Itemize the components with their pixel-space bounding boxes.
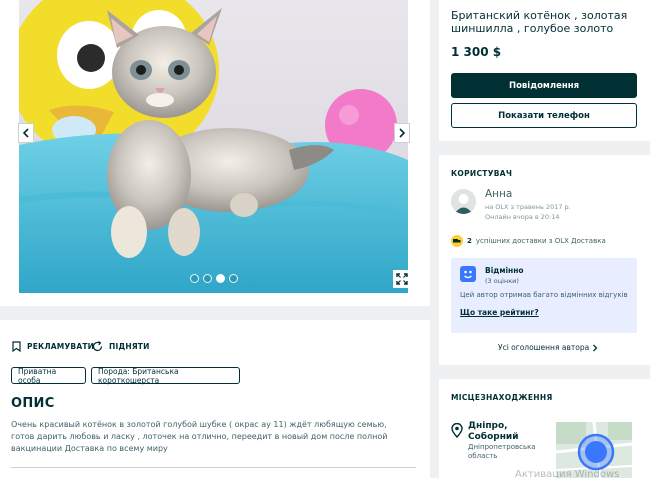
user-avatar-icon (451, 189, 476, 214)
gallery-dot[interactable] (216, 274, 225, 283)
listing-price: 1 300 $ (451, 45, 502, 59)
all-author-ads-link[interactable]: Усі оголошення автора (498, 343, 598, 352)
kitten-photo-image (19, 0, 408, 293)
bookmark-icon (12, 341, 21, 352)
divider (11, 467, 416, 468)
chevron-left-icon (22, 128, 29, 138)
listing-title: Британский котёнок , золотая шиншилла , … (451, 9, 628, 35)
gallery-dot[interactable] (190, 274, 199, 283)
listing-photo[interactable] (19, 0, 408, 293)
rating-info-link[interactable]: Що таке рейтинг? (460, 308, 539, 317)
rating-smiley-icon (460, 266, 476, 282)
fullscreen-button[interactable] (393, 270, 411, 288)
bump-button[interactable]: ПІДНЯТИ (92, 341, 150, 352)
refresh-icon (92, 341, 103, 352)
gallery-dot[interactable] (229, 274, 238, 283)
user-heading: КОРИСТУВАЧ (451, 169, 513, 178)
promote-button[interactable]: РЕКЛАМУВАТИ (12, 341, 94, 352)
avatar[interactable] (451, 189, 476, 214)
deliveries-info: 2 успішних доставки з OLX Доставка (451, 235, 606, 247)
chevron-right-icon (593, 344, 598, 351)
windows-activation-watermark: Активация Windows (515, 469, 620, 478)
promote-label: РЕКЛАМУВАТИ (27, 342, 95, 351)
location-city: Дніпро, Соборний (468, 421, 519, 443)
all-author-ads-label: Усі оголошення автора (498, 343, 590, 352)
location-region: Дніпропетровська область (468, 443, 536, 460)
next-photo-button[interactable] (394, 123, 410, 143)
deliveries-count: 2 (467, 237, 472, 245)
user-member-since: на OLX з травень 2017 р. (485, 203, 571, 211)
rating-label: Відмінно (485, 266, 524, 275)
message-button[interactable]: Повідомлення (451, 73, 637, 98)
location-pin-icon (451, 423, 463, 438)
gallery-pagination (190, 274, 238, 283)
show-phone-button[interactable]: Показати телефон (451, 103, 637, 128)
user-last-online: Онлайн вчора в 20:14 (485, 213, 560, 221)
tag-private-person[interactable]: Приватна особа (11, 367, 86, 385)
deliveries-text: успішних доставки з OLX Доставка (475, 237, 606, 245)
location-city-line2: Соборний (468, 432, 519, 442)
description-text: Очень красивый котёнок в золотой голубой… (11, 420, 388, 453)
rating-description: Цей автор отримав багато відмінних відгу… (460, 291, 628, 299)
tag-breed[interactable]: Порода: Британська короткошерста (91, 367, 240, 385)
expand-icon (396, 273, 408, 285)
delivery-truck-icon (451, 235, 463, 247)
location-city-line1: Дніпро, (468, 421, 508, 431)
bump-label: ПІДНЯТИ (109, 342, 150, 351)
previous-photo-button[interactable] (18, 123, 34, 143)
rating-count: (3 оцінки) (485, 277, 519, 285)
description-title: ОПИС (11, 396, 55, 411)
gallery-dot[interactable] (203, 274, 212, 283)
location-heading: МІСЦЕЗНАХОДЖЕННЯ (451, 393, 553, 402)
chevron-right-icon (399, 128, 406, 138)
user-name[interactable]: Анна (485, 188, 512, 200)
